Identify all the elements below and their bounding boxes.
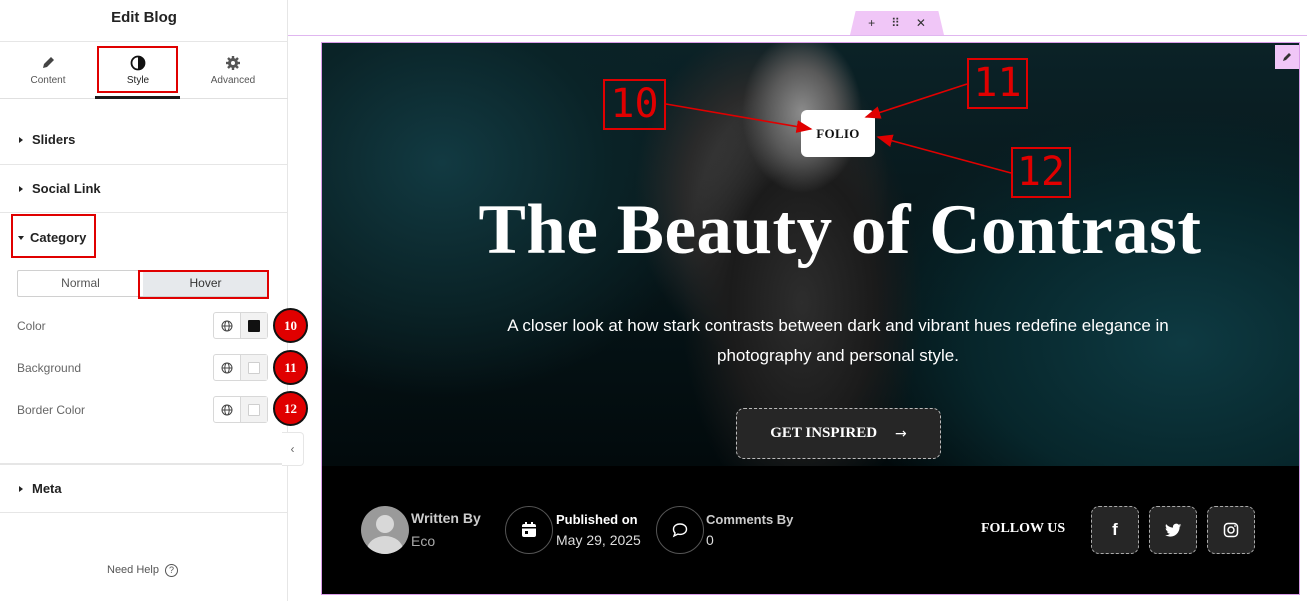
arrow-10 bbox=[665, 103, 813, 133]
callout-arrows bbox=[665, 83, 1012, 174]
arrow-11 bbox=[864, 83, 968, 119]
arrow-12 bbox=[876, 134, 1012, 174]
